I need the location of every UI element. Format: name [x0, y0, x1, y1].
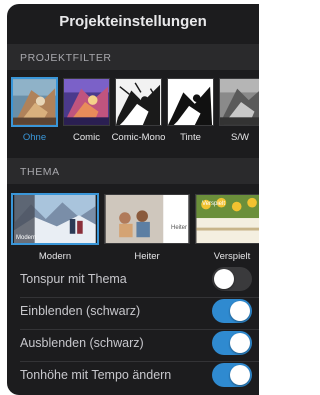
setting-label-tonspur: Tonspur mit Thema	[20, 272, 127, 286]
toggle-tonspur-mit-thema[interactable]	[212, 267, 252, 291]
toggle-tonhoehe-mit-tempo[interactable]	[212, 363, 252, 387]
filter-preview-image	[64, 79, 109, 125]
theme-thumb-heiter[interactable]: Heiter	[104, 194, 190, 244]
theme-section-header: THEMA	[7, 158, 259, 184]
theme-thumb-modern[interactable]: Modern	[11, 193, 99, 245]
toggle-knob	[230, 365, 250, 385]
theme-label-verspielt: Verspielt	[213, 251, 251, 262]
theme-thumb-verspielt[interactable]: Verspielt	[195, 194, 259, 244]
panel-title: Projekteinstellungen	[59, 13, 207, 30]
filter-preview-image	[116, 79, 161, 125]
filter-preview-image	[13, 79, 56, 125]
filter-label-comic-mono: Comic-Mono	[111, 132, 166, 143]
row-divider	[20, 361, 259, 362]
toggle-knob	[214, 269, 234, 289]
project-settings-panel: Projekteinstellungen PROJEKTFILTER Ohne …	[7, 4, 259, 395]
theme-label-heiter: Heiter	[134, 251, 160, 262]
filter-thumb-sw[interactable]	[219, 78, 259, 126]
filter-label-comic: Comic	[73, 132, 100, 143]
toggle-knob	[230, 301, 250, 321]
filter-thumb-ohne[interactable]	[11, 77, 58, 127]
theme-label-modern: Modern	[38, 251, 72, 262]
filter-thumb-comic-mono[interactable]	[115, 78, 162, 126]
theme-preview-image	[105, 195, 189, 243]
toggle-einblenden[interactable]	[212, 299, 252, 323]
toggle-ausblenden[interactable]	[212, 331, 252, 355]
toggle-knob	[230, 333, 250, 353]
filter-preview-image	[220, 79, 259, 125]
setting-label-tonhoehe: Tonhöhe mit Tempo ändern	[20, 368, 172, 382]
filter-thumb-comic[interactable]	[63, 78, 110, 126]
filter-label-sw: S/W	[231, 132, 249, 143]
theme-thumb-text: Heiter	[171, 225, 188, 231]
row-divider	[20, 329, 259, 330]
setting-label-einblenden: Einblenden (schwarz)	[20, 304, 141, 318]
filter-section-header: PROJEKTFILTER	[7, 44, 259, 70]
row-divider	[20, 297, 259, 298]
filter-label-ohne: Ohne	[22, 132, 47, 143]
filter-thumb-tinte[interactable]	[167, 78, 214, 126]
setting-label-ausblenden: Ausblenden (schwarz)	[20, 336, 144, 350]
filter-label-tinte: Tinte	[180, 132, 201, 143]
theme-thumb-text: Verspielt	[202, 201, 226, 207]
theme-thumb-text: Modern	[16, 235, 37, 241]
filter-preview-image	[168, 79, 213, 125]
